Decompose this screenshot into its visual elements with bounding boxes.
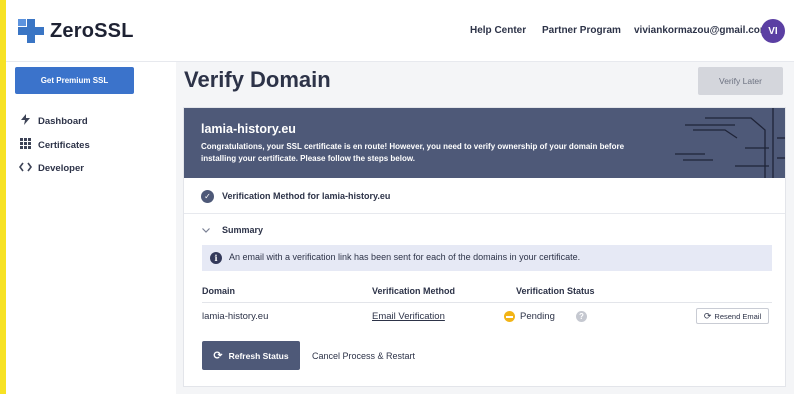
grid-icon (18, 138, 32, 152)
help-center-link[interactable]: Help Center (470, 25, 526, 36)
info-alert: i An email with a verification link has … (202, 245, 772, 271)
get-premium-ssl-button[interactable]: Get Premium SSL (15, 67, 134, 94)
help-icon[interactable]: ? (576, 311, 587, 322)
bolt-icon (18, 114, 32, 128)
summary-label: Summary (222, 225, 264, 235)
banner-domain: lamia-history.eu (201, 122, 296, 136)
status-badge: Pending (520, 311, 555, 322)
partner-program-link[interactable]: Partner Program (542, 25, 621, 36)
resend-email-button[interactable]: ⟳ Resend Email (696, 308, 769, 324)
info-text: An email with a verification link has be… (229, 252, 581, 262)
banner-decoration-icon (675, 108, 785, 178)
refresh-status-button[interactable]: ⟳ Refresh Status (202, 341, 300, 370)
verification-method-label: Verification Method for lamia-history.eu (222, 191, 391, 201)
sidebar-item-label: Dashboard (38, 115, 88, 127)
column-header-domain: Domain (202, 286, 236, 296)
refresh-icon: ⟳ (213, 350, 223, 362)
chevron-down-icon (202, 226, 210, 235)
verification-method-row[interactable]: ✓ Verification Method for lamia-history.… (184, 178, 785, 214)
email-verification-link[interactable]: Email Verification (372, 311, 445, 322)
info-icon: i (210, 252, 222, 264)
zerossl-logo[interactable]: ZeroSSL (18, 19, 134, 43)
column-header-status: Verification Status (516, 286, 595, 296)
cancel-process-link[interactable]: Cancel Process & Restart (312, 351, 415, 361)
verification-card: lamia-history.eu Congratulations, your S… (184, 108, 785, 386)
top-header: ZeroSSL Help Center Partner Program vivi… (6, 0, 794, 62)
table-divider (202, 302, 772, 303)
code-icon (18, 162, 32, 175)
logo-text: ZeroSSL (50, 19, 134, 42)
check-circle-icon: ✓ (201, 190, 214, 203)
summary-toggle[interactable]: Summary (202, 225, 263, 235)
refresh-status-label: Refresh Status (228, 350, 289, 361)
pending-status-icon (504, 311, 515, 322)
sidebar: Get Premium SSL Dashboard Certificates D… (6, 62, 176, 394)
sidebar-item-dashboard[interactable]: Dashboard (18, 114, 88, 128)
resend-icon: ⟳ (703, 310, 712, 321)
resend-email-label: Resend Email (714, 311, 762, 321)
avatar[interactable]: VI (761, 19, 785, 43)
verify-later-button[interactable]: Verify Later (698, 67, 783, 95)
sidebar-item-label: Developer (38, 163, 84, 174)
sidebar-item-label: Certificates (38, 139, 90, 151)
domain-banner: lamia-history.eu Congratulations, your S… (184, 108, 785, 178)
account-email[interactable]: viviankormazou@gmail.com (634, 25, 769, 36)
sidebar-item-certificates[interactable]: Certificates (18, 138, 90, 152)
banner-message: Congratulations, your SSL certificate is… (201, 142, 625, 163)
sidebar-item-developer[interactable]: Developer (18, 162, 84, 175)
page-title: Verify Domain (184, 67, 331, 92)
column-header-method: Verification Method (372, 286, 456, 296)
logo-mark-icon (18, 19, 44, 43)
domain-cell: lamia-history.eu (202, 311, 269, 322)
app-frame: ZeroSSL Help Center Partner Program vivi… (6, 0, 794, 394)
